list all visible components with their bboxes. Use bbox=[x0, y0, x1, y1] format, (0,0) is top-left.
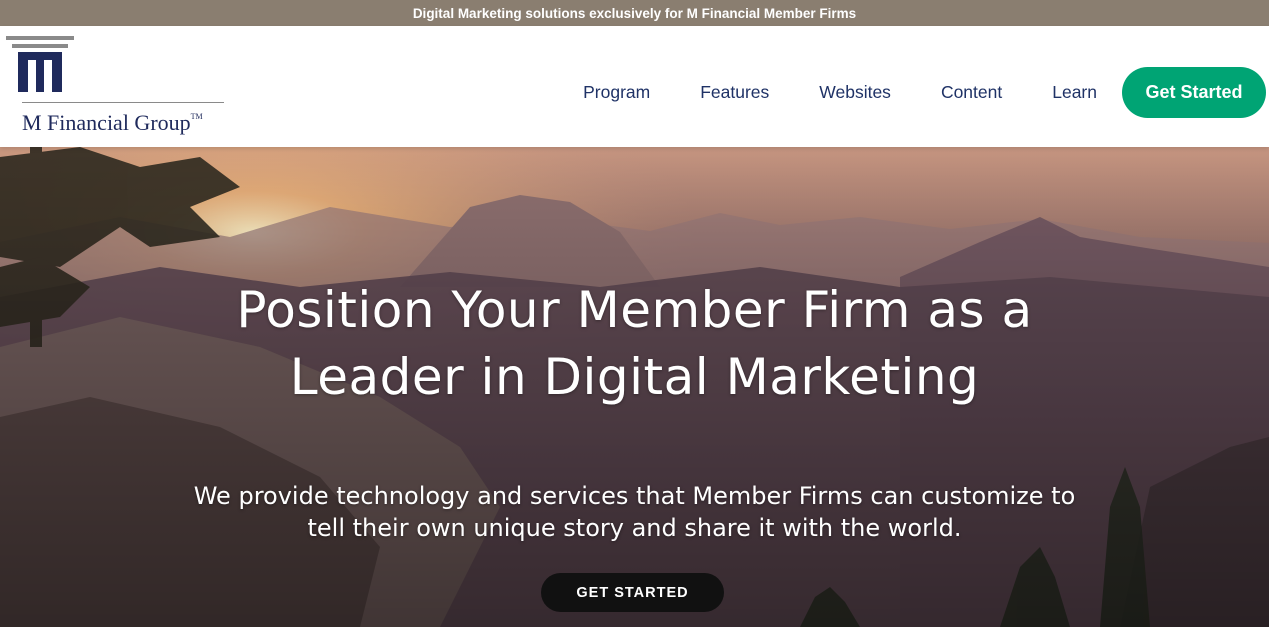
hero-subtitle-line-2: tell their own unique story and share it… bbox=[307, 514, 962, 542]
nav-program[interactable]: Program bbox=[583, 82, 650, 103]
nav-websites[interactable]: Websites bbox=[819, 82, 891, 103]
hero-subtitle: We provide technology and services that … bbox=[0, 480, 1269, 544]
hero-title-line-2: Leader in Digital Marketing bbox=[289, 348, 980, 406]
brand-name: M Financial GroupTM bbox=[22, 110, 203, 136]
trademark-symbol: TM bbox=[190, 112, 203, 121]
hero-section: Position Your Member Firm as a Leader in… bbox=[0, 147, 1269, 627]
main-nav: Program Features Websites Content Learn … bbox=[583, 67, 1266, 118]
announcement-text: Digital Marketing solutions exclusively … bbox=[412, 5, 857, 21]
hero-title: Position Your Member Firm as a Leader in… bbox=[0, 277, 1269, 411]
hero-subtitle-line-1: We provide technology and services that … bbox=[193, 482, 1076, 510]
nav-features[interactable]: Features bbox=[700, 82, 769, 103]
hero-title-line-1: Position Your Member Firm as a bbox=[236, 281, 1033, 339]
logo-divider bbox=[22, 102, 224, 103]
nav-content[interactable]: Content bbox=[941, 82, 1002, 103]
brand-name-text: M Financial Group bbox=[22, 110, 191, 135]
get-started-button[interactable]: Get Started bbox=[1122, 67, 1266, 118]
site-header: M Financial GroupTM Program Features Web… bbox=[0, 26, 1269, 147]
hero-get-started-button[interactable]: GET STARTED bbox=[541, 573, 724, 612]
nav-learn[interactable]: Learn bbox=[1052, 82, 1097, 103]
m-pillar-logo-icon bbox=[6, 36, 74, 92]
brand-logo[interactable]: M Financial GroupTM bbox=[4, 34, 224, 142]
announcement-bar: Digital Marketing solutions exclusively … bbox=[0, 0, 1269, 26]
